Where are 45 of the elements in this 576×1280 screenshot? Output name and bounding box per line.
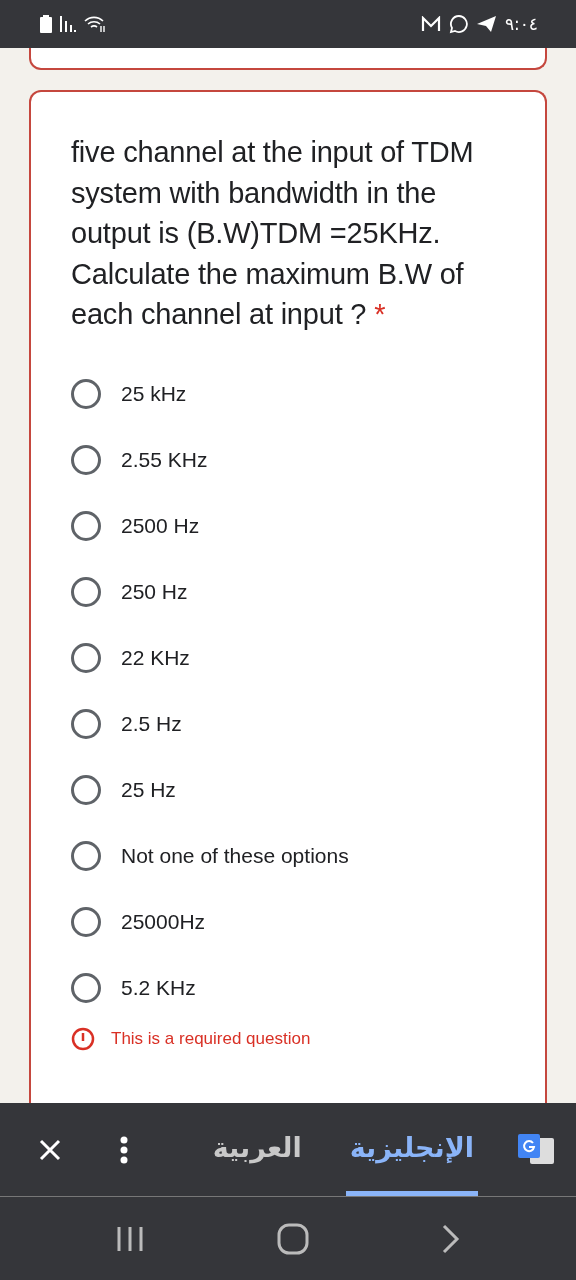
- radio-button[interactable]: [71, 708, 101, 739]
- wifi-icon: [84, 15, 106, 33]
- question-text: five channel at the input of TDM system with bandwidth in the output is (B.W)TDM =25KHz. Calculate the maximum B.W of each channel at input ? *: [71, 135, 475, 332]
- translate-icon: [518, 1133, 554, 1166]
- option-label: 2500 Hz: [121, 513, 200, 538]
- radio-option[interactable]: 250 Hz: [71, 558, 505, 625]
- option-label: 250 Hz: [121, 579, 188, 604]
- radio-button[interactable]: [71, 642, 101, 673]
- radio-button[interactable]: [71, 906, 101, 937]
- radio-option[interactable]: 5.2 KHz: [71, 954, 505, 1021]
- back-icon[interactable]: [441, 1223, 460, 1254]
- radio-button[interactable]: [71, 444, 101, 475]
- radio-button[interactable]: [71, 840, 101, 871]
- option-label: 25 Hz: [121, 777, 176, 802]
- radio-option[interactable]: 2.5 Hz: [71, 690, 505, 757]
- chat-icon: [448, 14, 469, 34]
- error-message: This is a required question: [111, 1028, 311, 1049]
- radio-button[interactable]: [71, 510, 101, 541]
- radio-button[interactable]: [71, 972, 101, 1003]
- radio-option[interactable]: 25 Hz: [71, 756, 505, 823]
- radio-button[interactable]: [71, 774, 101, 805]
- error-icon: [71, 1026, 95, 1051]
- radio-option[interactable]: 22 KHz: [71, 624, 505, 691]
- recent-apps-icon[interactable]: [116, 1225, 145, 1252]
- option-label: 25000Hz: [121, 909, 206, 934]
- battery-icon: [40, 15, 52, 33]
- radio-option[interactable]: Not one of these options: [71, 822, 505, 889]
- option-label: 25 kHz: [121, 381, 187, 406]
- option-label: 5.2 KHz: [121, 975, 196, 1000]
- radio-option[interactable]: 2500 Hz: [71, 492, 505, 559]
- clock: ٩:٠٤: [504, 14, 538, 34]
- radio-button[interactable]: [71, 576, 101, 607]
- radio-option[interactable]: 25 kHz: [71, 360, 505, 427]
- mail-icon: [420, 16, 441, 32]
- option-label: Not one of these options: [121, 843, 349, 868]
- radio-option[interactable]: 2.55 KHz: [71, 426, 505, 493]
- signal-icon: [60, 16, 76, 32]
- option-label: 2.55 KHz: [121, 447, 208, 472]
- radio-button[interactable]: [71, 378, 101, 409]
- home-icon[interactable]: [277, 1222, 309, 1255]
- option-label: 2.5 Hz: [121, 711, 182, 736]
- send-icon: [476, 15, 497, 33]
- radio-option[interactable]: 25000Hz: [71, 888, 505, 955]
- language-tab[interactable]: العربية: [208, 1103, 306, 1196]
- option-label: 22 KHz: [121, 645, 190, 670]
